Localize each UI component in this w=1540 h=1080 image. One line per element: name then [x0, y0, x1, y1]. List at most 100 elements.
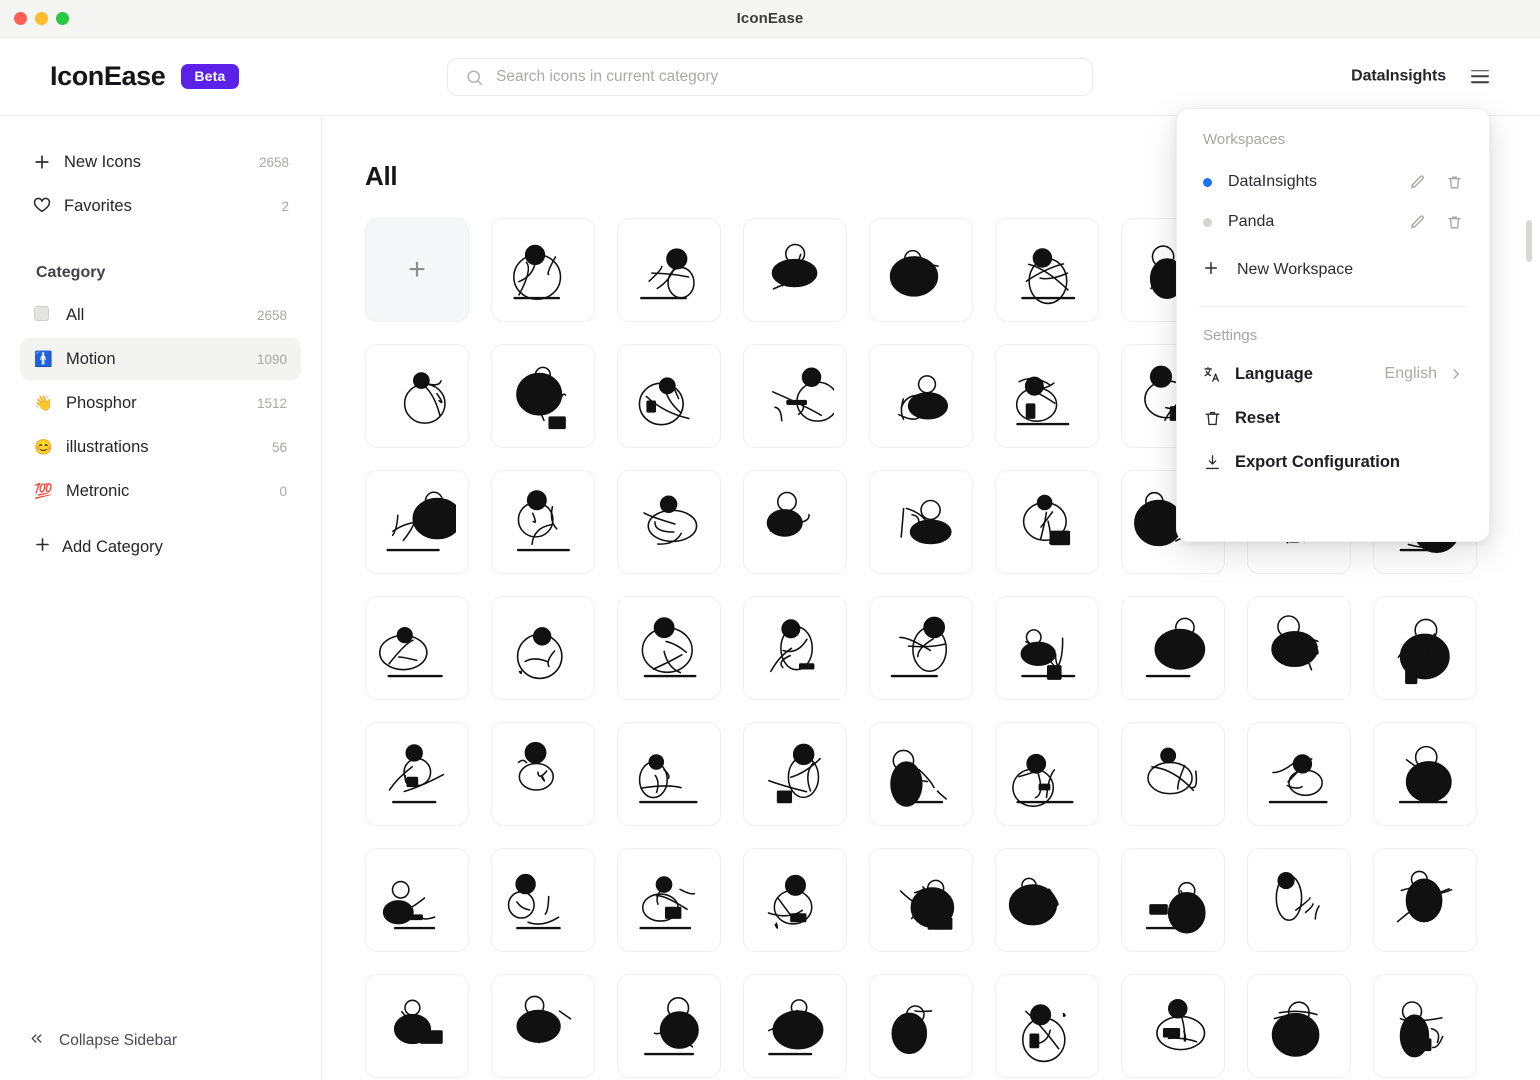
- icon-tile[interactable]: [1247, 848, 1351, 952]
- workspace-actions: [1409, 214, 1463, 231]
- sidebar-item-all[interactable]: All 2658: [20, 294, 301, 336]
- icon-tile[interactable]: [1373, 974, 1477, 1078]
- icon-tile[interactable]: [491, 974, 595, 1078]
- sidebar-item-phosphor[interactable]: 👋 Phosphor 1512: [20, 382, 301, 424]
- workspace-settings-menu: Workspaces DataInsights Panda New Worksp…: [1176, 108, 1490, 542]
- hamburger-icon[interactable]: [1468, 67, 1492, 86]
- chevron-right-icon: [1449, 367, 1463, 381]
- icon-tile[interactable]: [1247, 974, 1351, 1078]
- icon-tile[interactable]: [743, 848, 847, 952]
- icon-tile[interactable]: [365, 848, 469, 952]
- sidebar-category-count: 1090: [256, 351, 287, 367]
- sidebar-item-metronic[interactable]: 💯 Metronic 0: [20, 470, 301, 512]
- icon-tile[interactable]: [365, 722, 469, 826]
- heart-icon: [32, 196, 58, 216]
- wave-emoji: 👋: [34, 394, 53, 412]
- collapse-sidebar-button[interactable]: Collapse Sidebar: [28, 1030, 177, 1052]
- icon-tile[interactable]: [869, 848, 973, 952]
- plus-icon: [1202, 259, 1220, 282]
- icon-tile[interactable]: [1121, 596, 1225, 700]
- icon-tile[interactable]: [743, 218, 847, 322]
- download-icon: [1203, 453, 1231, 472]
- pencil-icon[interactable]: [1409, 214, 1426, 231]
- icon-tile[interactable]: [869, 218, 973, 322]
- icon-tile[interactable]: [365, 974, 469, 1078]
- vertical-scrollbar[interactable]: [1526, 220, 1532, 262]
- icon-tile[interactable]: [743, 596, 847, 700]
- sidebar-item-motion[interactable]: 🚹 Motion 1090: [20, 338, 301, 380]
- search-icon: [465, 68, 484, 87]
- sidebar-item-favorites[interactable]: Favorites 2: [20, 184, 301, 228]
- workspace-name: DataInsights: [1228, 173, 1317, 190]
- workspaces-heading: Workspaces: [1203, 131, 1286, 148]
- icon-tile[interactable]: [869, 596, 973, 700]
- unselected-dot-icon: [1203, 217, 1212, 227]
- selected-dot-icon: [1203, 177, 1212, 187]
- icon-tile[interactable]: [995, 218, 1099, 322]
- icon-tile[interactable]: [365, 596, 469, 700]
- icon-tile[interactable]: [1247, 596, 1351, 700]
- menu-item-language[interactable]: Language English: [1193, 352, 1473, 396]
- icon-tile[interactable]: [617, 848, 721, 952]
- icon-tile[interactable]: [1247, 722, 1351, 826]
- icon-tile[interactable]: [617, 596, 721, 700]
- current-workspace-label[interactable]: DataInsights: [1351, 67, 1446, 85]
- icon-tile[interactable]: [995, 974, 1099, 1078]
- workspace-item-datainsights[interactable]: DataInsights: [1193, 162, 1473, 202]
- collapse-sidebar-label: Collapse Sidebar: [59, 1032, 178, 1049]
- icon-tile[interactable]: [869, 974, 973, 1078]
- chevrons-left-icon: [28, 1030, 45, 1052]
- icon-tile[interactable]: [617, 974, 721, 1078]
- trash-icon[interactable]: [1446, 174, 1463, 191]
- icon-tile[interactable]: [743, 974, 847, 1078]
- icon-tile[interactable]: [491, 596, 595, 700]
- language-value: English: [1384, 365, 1437, 382]
- sidebar-item-new-icons[interactable]: New Icons 2658: [20, 140, 301, 184]
- icon-tile[interactable]: [1373, 848, 1477, 952]
- icon-tile[interactable]: [491, 470, 595, 574]
- icon-tile[interactable]: [365, 470, 469, 574]
- icon-tile[interactable]: [869, 722, 973, 826]
- icon-tile[interactable]: [365, 344, 469, 448]
- workspace-item-panda[interactable]: Panda: [1193, 202, 1473, 242]
- brand: IconEase Beta: [50, 61, 239, 92]
- add-icon-tile[interactable]: +: [365, 218, 469, 322]
- icon-tile[interactable]: [617, 722, 721, 826]
- icon-tile[interactable]: [1121, 974, 1225, 1078]
- icon-tile[interactable]: [743, 722, 847, 826]
- icon-tile[interactable]: [743, 344, 847, 448]
- sidebar-favorites-count: 2: [281, 198, 289, 214]
- icon-tile[interactable]: [617, 218, 721, 322]
- icon-tile[interactable]: [995, 344, 1099, 448]
- menu-item-reset[interactable]: Reset: [1193, 396, 1473, 440]
- search-input[interactable]: [496, 68, 1078, 86]
- icon-tile[interactable]: [1121, 722, 1225, 826]
- icon-tile[interactable]: [1373, 722, 1477, 826]
- menu-item-export-configuration[interactable]: Export Configuration: [1193, 440, 1473, 484]
- icon-tile[interactable]: [1121, 848, 1225, 952]
- pencil-icon[interactable]: [1409, 174, 1426, 191]
- icon-tile[interactable]: [995, 848, 1099, 952]
- icon-tile[interactable]: [617, 344, 721, 448]
- square-icon: [34, 306, 58, 324]
- trash-icon[interactable]: [1446, 214, 1463, 231]
- sidebar-item-illustrations[interactable]: 😊 illustrations 56: [20, 426, 301, 468]
- icon-tile[interactable]: [869, 470, 973, 574]
- icon-tile[interactable]: [1373, 596, 1477, 700]
- add-category-button[interactable]: Add Category: [20, 526, 301, 568]
- icon-tile[interactable]: [491, 344, 595, 448]
- icon-tile[interactable]: [743, 470, 847, 574]
- icon-tile[interactable]: [995, 722, 1099, 826]
- icon-tile[interactable]: [995, 470, 1099, 574]
- workspace-actions: [1409, 174, 1463, 191]
- icon-tile[interactable]: [617, 470, 721, 574]
- icon-tile[interactable]: [995, 596, 1099, 700]
- icon-tile[interactable]: [491, 848, 595, 952]
- search-bar[interactable]: [447, 58, 1093, 96]
- icon-tile[interactable]: [491, 218, 595, 322]
- icon-tile[interactable]: [491, 722, 595, 826]
- icon-tile[interactable]: [869, 344, 973, 448]
- translate-icon: [1203, 365, 1231, 384]
- app-window: IconEase IconEase Beta DataInsights: [0, 0, 1540, 1080]
- new-workspace-button[interactable]: New Workspace: [1193, 248, 1473, 292]
